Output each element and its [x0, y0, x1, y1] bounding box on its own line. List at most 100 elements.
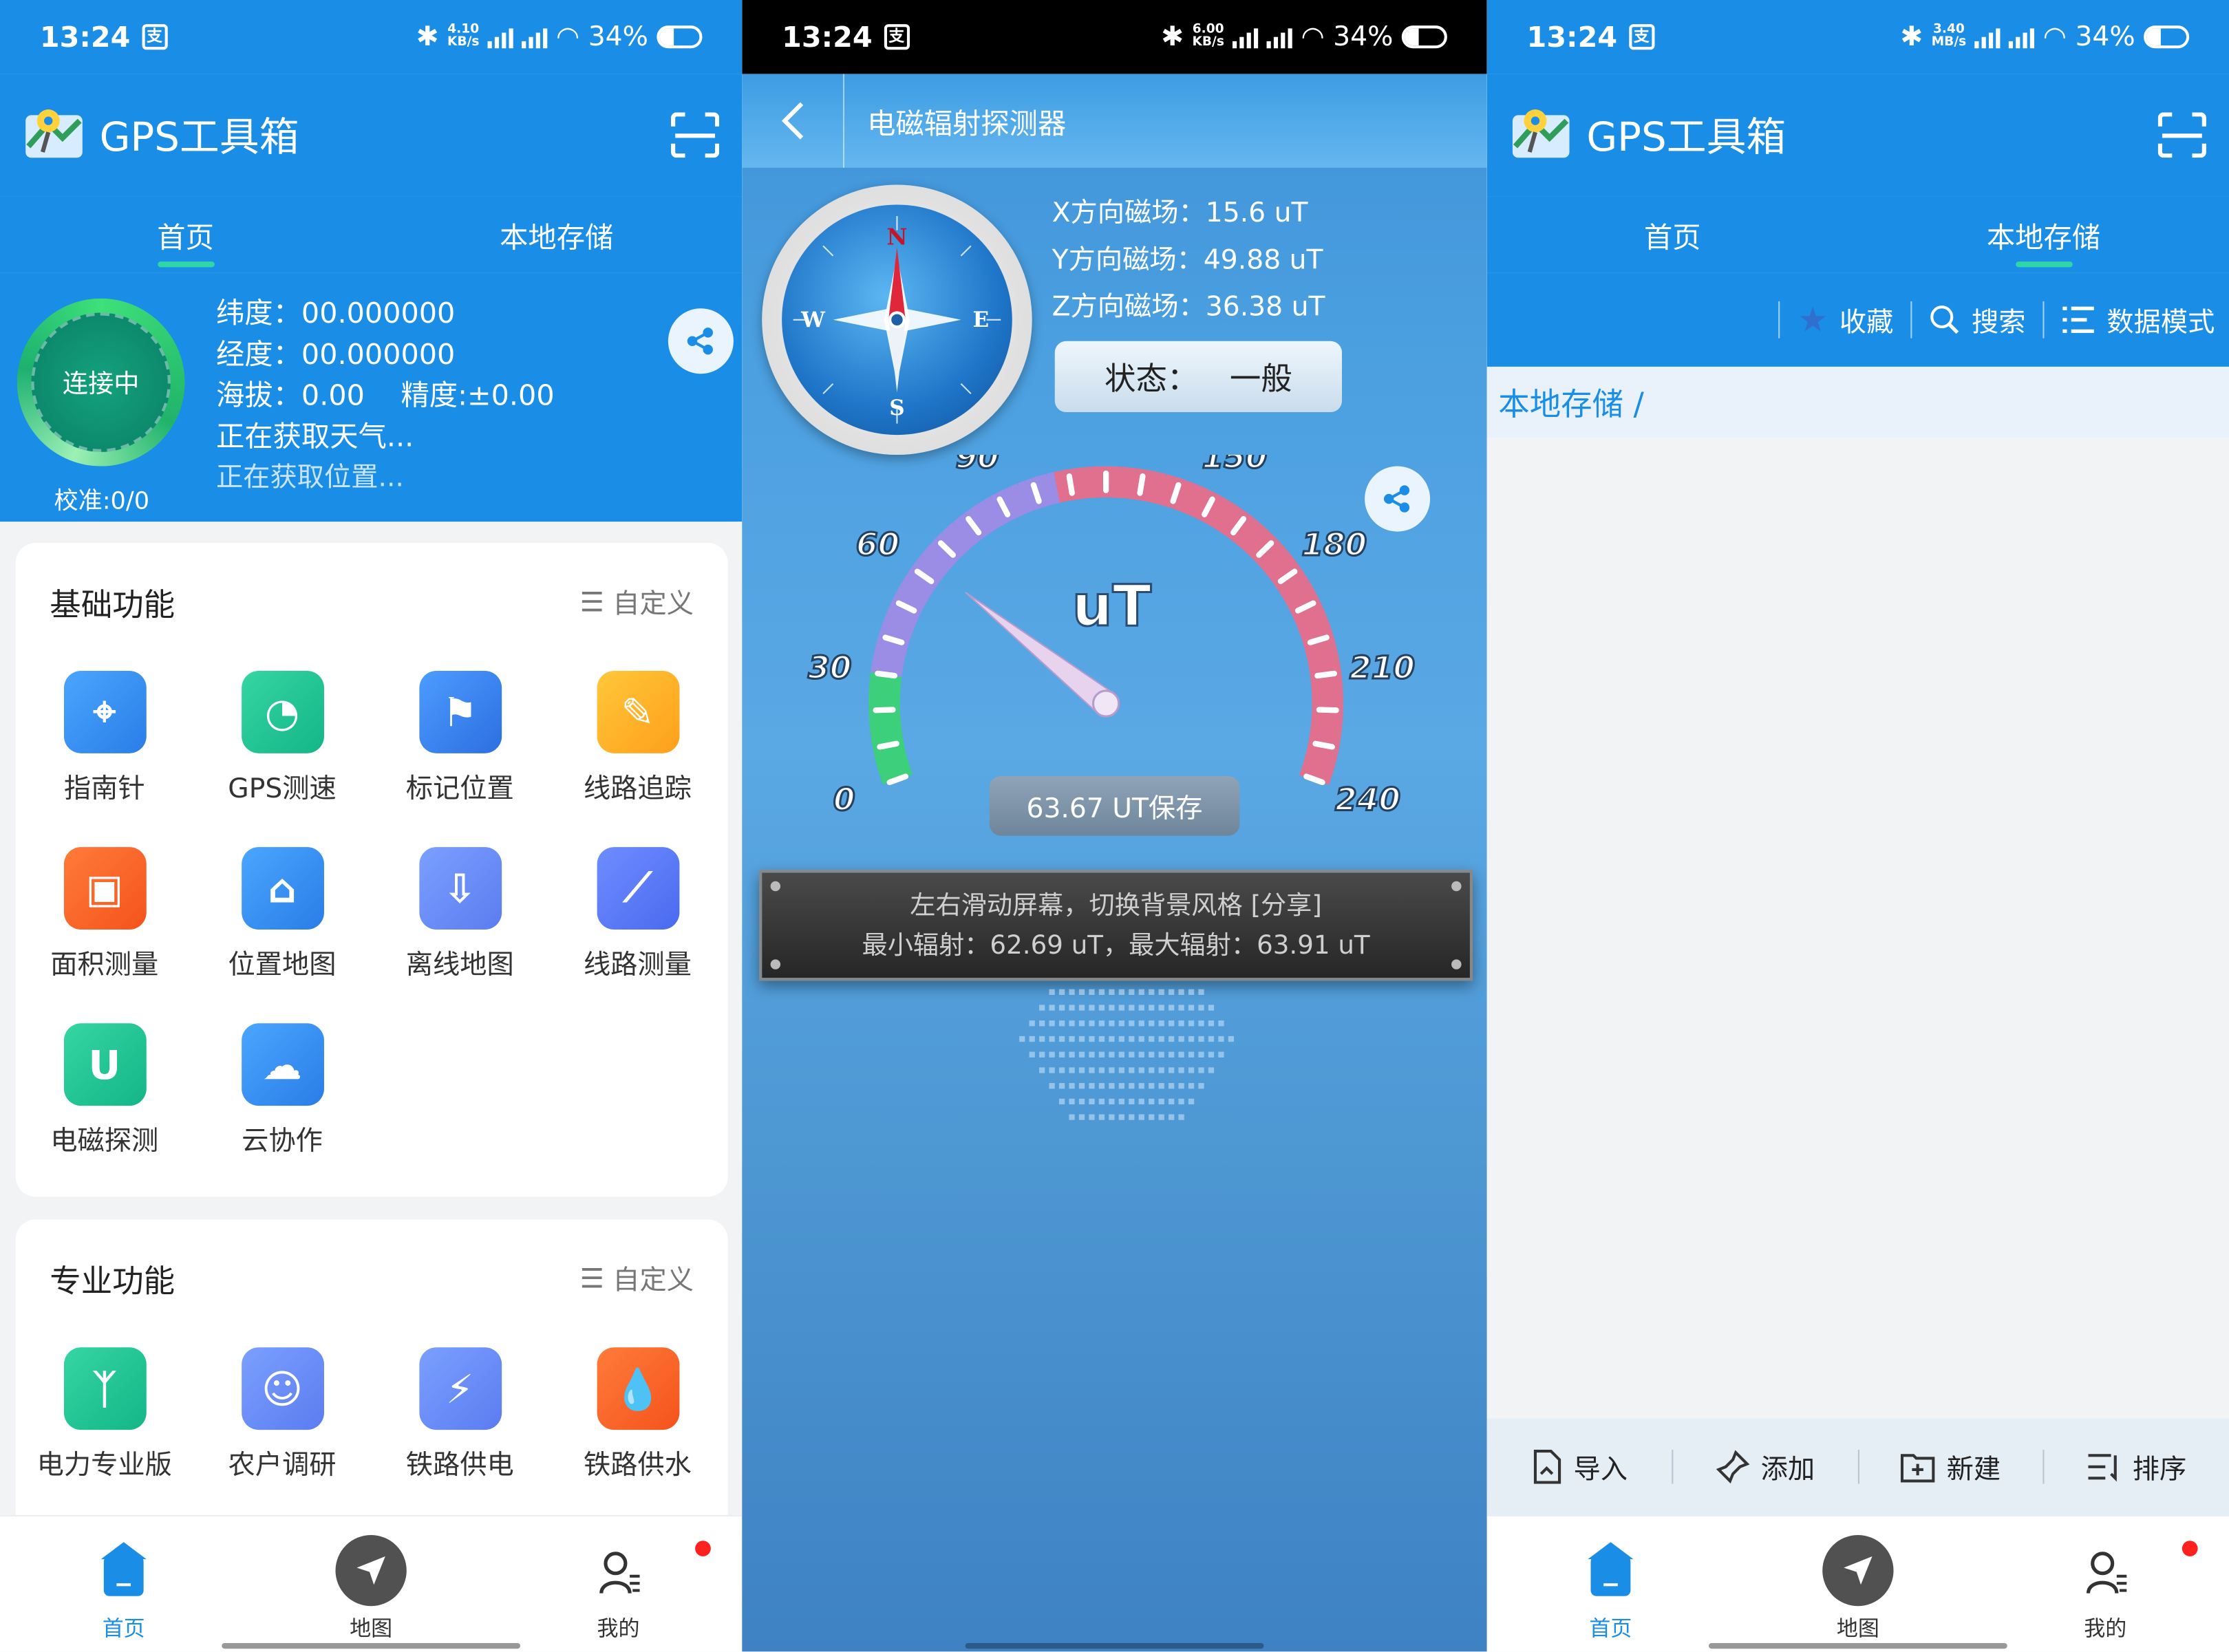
globe-dot — [1178, 1067, 1184, 1073]
sort-button[interactable]: 排序 — [2045, 1448, 2229, 1486]
hint-line-1[interactable]: 左右滑动屏幕，切换背景风格 [分享] — [762, 887, 1470, 927]
gauge-arc-segment — [1244, 528, 1272, 557]
share-button[interactable] — [668, 308, 734, 374]
save-reading-button[interactable]: 63.67 UT保存 — [989, 775, 1240, 836]
globe-dot — [1169, 1036, 1175, 1042]
compass-s: S — [889, 396, 904, 420]
globe-dot — [1158, 1020, 1164, 1027]
globe-dot — [1058, 1051, 1065, 1058]
globe-dot — [1078, 1098, 1085, 1105]
globe-dot — [1138, 1036, 1144, 1042]
add-button[interactable]: 添加 — [1673, 1448, 1857, 1486]
gauge-arc-segment — [1188, 486, 1209, 519]
section-title: 专业功能 — [50, 1265, 175, 1301]
feature-railway-power[interactable]: ⚡ 铁路供电 — [371, 1347, 548, 1482]
back-button[interactable] — [742, 74, 845, 168]
feature-compass[interactable]: ⌖ 指南针 — [16, 671, 193, 806]
gauge-arc-segment — [1076, 467, 1088, 500]
app-title: GPS工具箱 — [99, 114, 299, 161]
globe-dot — [1118, 1051, 1124, 1058]
globe-dot — [1208, 1051, 1215, 1058]
customize-button[interactable]: ☰ 自定义 — [580, 583, 694, 621]
gps-connection-ring[interactable]: 连接中 — [17, 298, 185, 466]
globe-dot — [1188, 1051, 1195, 1058]
nav-home[interactable]: 首页 — [0, 1516, 247, 1651]
gesture-bar — [222, 1642, 521, 1649]
globe-dot — [1109, 1020, 1115, 1027]
feature-location-map[interactable]: ⌂ 位置地图 — [193, 847, 371, 982]
gauge-arc-segment — [1303, 754, 1336, 771]
globe-dot — [1118, 989, 1124, 995]
gauge-arc-segment — [1206, 497, 1229, 528]
feature-route-measure[interactable]: ⟋ 线路测量 — [548, 847, 726, 982]
app-header: GPS工具箱 — [1486, 74, 2229, 197]
gauge-arc-segment — [947, 522, 974, 552]
navigation-arrow-icon — [1822, 1534, 1894, 1607]
new-folder-button[interactable]: 新建 — [1859, 1448, 2043, 1486]
globe-dots-decoration — [1019, 989, 1235, 1120]
nav-map[interactable]: 地图 — [247, 1516, 494, 1651]
signal-icon — [487, 25, 514, 49]
globe-dot — [1198, 1067, 1204, 1073]
feature-mark-location[interactable]: ⚑ 标记位置 — [371, 671, 548, 806]
customize-button[interactable]: ☰ 自定义 — [580, 1259, 694, 1298]
tab-local-storage[interactable]: 本地存储 — [1858, 196, 2229, 273]
feature-railway-water[interactable]: 💧 铁路供水 — [548, 1347, 726, 1482]
globe-dot — [1188, 1067, 1195, 1073]
breadcrumb[interactable]: 本地存储 / — [1486, 366, 2229, 438]
globe-dot — [1149, 1051, 1155, 1058]
tab-home[interactable]: 首页 — [1487, 196, 1858, 273]
railway-water-icon: 💧 — [596, 1347, 679, 1430]
globe-dot — [1129, 1098, 1135, 1105]
bottom-nav: 首页 地图 我的 — [1486, 1515, 2229, 1652]
globe-dot — [1149, 1020, 1155, 1027]
globe-dot — [1149, 1083, 1155, 1089]
feature-power-pro[interactable]: ᛉ 电力专业版 — [16, 1347, 193, 1482]
favorites-button[interactable]: ★ 收藏 — [1798, 300, 1893, 340]
import-file-icon — [1533, 1450, 1561, 1484]
gauge-tick — [1066, 473, 1075, 496]
status-bar: 13:24 支 ✱ 3.40 MB/s ◠ 34% — [1486, 0, 2229, 74]
status-time: 13:24 — [39, 19, 131, 54]
gauge-arc-segment — [883, 614, 916, 633]
tab-local-storage[interactable]: 本地存储 — [371, 196, 742, 273]
search-button[interactable]: 搜索 — [1929, 301, 2026, 339]
nav-map[interactable]: 地图 — [1734, 1516, 1981, 1651]
globe-dot — [1109, 1005, 1115, 1011]
globe-dot — [1149, 1114, 1155, 1120]
gauge-arc-segment — [1003, 486, 1024, 518]
globe-dot — [1129, 1067, 1135, 1073]
nav-home[interactable]: 首页 — [1487, 1516, 1734, 1651]
gauge-arc-segment — [1017, 480, 1036, 513]
nav-me[interactable]: 我的 — [495, 1516, 742, 1651]
magnetic-readings: X方向磁场：15.6 uT Y方向磁场：49.88 uT Z方向磁场：36.38… — [1052, 191, 1325, 332]
power-tower-icon: ᛉ — [63, 1347, 146, 1430]
globe-dot — [1039, 1036, 1045, 1042]
data-mode-button[interactable]: 数据模式 — [2061, 301, 2215, 339]
globe-dot — [1098, 1020, 1105, 1027]
gauge-tick — [1314, 670, 1338, 679]
feature-route-track[interactable]: ✎ 线路追踪 — [548, 671, 726, 806]
globe-dot — [1098, 1083, 1105, 1089]
tab-home[interactable]: 首页 — [0, 196, 371, 273]
nav-me[interactable]: 我的 — [1982, 1516, 2229, 1651]
gauge-arc-segment — [1217, 504, 1242, 535]
gauge-arc-segment — [1299, 621, 1332, 640]
scan-icon[interactable] — [671, 112, 720, 158]
feature-gps-speed[interactable]: ◔ GPS测速 — [193, 671, 371, 806]
globe-dot — [1198, 1083, 1204, 1089]
globe-dot — [1198, 1051, 1204, 1058]
globe-dot — [1098, 1067, 1105, 1073]
feature-em-detect[interactable]: U 电磁探测 — [16, 1023, 193, 1158]
feature-farmer-survey[interactable]: ☺ 农户调研 — [193, 1347, 371, 1482]
globe-dot — [1169, 1067, 1175, 1073]
feature-offline-map[interactable]: ⇩ 离线地图 — [371, 847, 548, 982]
bluetooth-icon: ✱ — [416, 21, 439, 53]
import-button[interactable]: 导入 — [1487, 1448, 1672, 1486]
feature-area-measure[interactable]: ▣ 面积测量 — [16, 847, 193, 982]
compass-e: E — [973, 308, 990, 332]
scan-icon[interactable] — [2157, 112, 2206, 158]
feature-cloud-collab[interactable]: ☁ 云协作 — [193, 1023, 371, 1158]
globe-dot — [1098, 1005, 1105, 1011]
globe-dot — [1138, 989, 1144, 995]
